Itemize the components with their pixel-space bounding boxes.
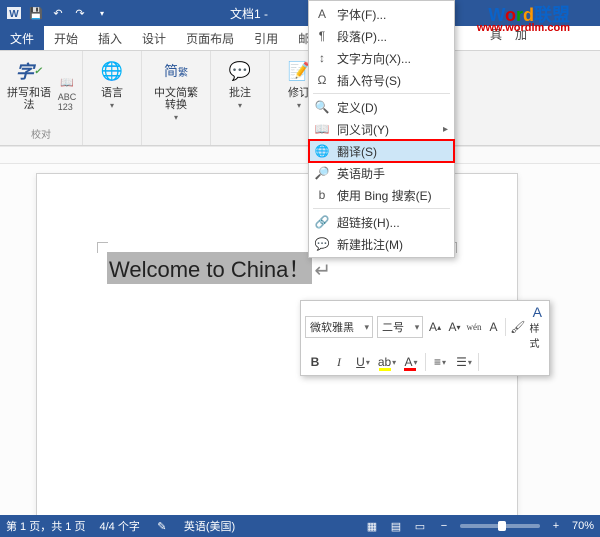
- menu-item-label: 文字方向(X)...: [337, 50, 448, 67]
- mini-toolbar: 微软雅黑 二号 A▴ A▾ wén A 🖌 A 样式 B I U ab A ≡ …: [300, 300, 550, 376]
- menu-item-icon: b: [313, 188, 331, 202]
- word-app-icon[interactable]: W: [4, 3, 24, 23]
- menu-item-label: 定义(D): [337, 99, 448, 116]
- bullets-icon[interactable]: ≡: [430, 352, 450, 372]
- underline-icon[interactable]: U: [353, 352, 373, 372]
- mini-font-select[interactable]: 微软雅黑: [305, 316, 373, 338]
- tab-design[interactable]: 设计: [132, 26, 176, 50]
- menu-item-icon: 🔗: [313, 215, 331, 229]
- submenu-arrow-icon: ▸: [443, 124, 448, 135]
- grow-font-icon[interactable]: A▴: [427, 317, 442, 337]
- context-menu-item-12[interactable]: 💬 新建批注(M): [309, 233, 454, 255]
- word-count-icon[interactable]: ABC123: [58, 93, 76, 111]
- menu-item-icon: 🔎: [313, 166, 331, 180]
- mini-size-select[interactable]: 二号: [377, 316, 423, 338]
- zoom-level[interactable]: 70%: [572, 520, 594, 532]
- tab-file[interactable]: 文件: [0, 26, 44, 50]
- zoom-slider[interactable]: [460, 524, 540, 528]
- menu-item-icon: A: [313, 7, 331, 21]
- context-menu-item-2[interactable]: ↕ 文字方向(X)...: [309, 47, 454, 69]
- styles-label[interactable]: 样式: [530, 320, 545, 350]
- italic-icon[interactable]: I: [329, 352, 349, 372]
- char-border-icon[interactable]: A: [486, 317, 501, 337]
- document-title: 文档1 -: [230, 5, 268, 22]
- menu-item-icon: ¶: [313, 29, 331, 43]
- highlight-color-icon[interactable]: ab: [377, 352, 397, 372]
- svg-text:W: W: [9, 9, 19, 20]
- context-menu-item-5[interactable]: 🔍 定义(D): [309, 96, 454, 118]
- context-menu-item-11[interactable]: 🔗 超链接(H)...: [309, 211, 454, 233]
- phonetic-guide-icon[interactable]: wén: [466, 317, 481, 337]
- menu-item-label: 翻译(S): [337, 143, 448, 160]
- shrink-font-icon[interactable]: A▾: [447, 317, 462, 337]
- redo-icon[interactable]: ↷: [70, 3, 90, 23]
- menu-item-label: 同义词(Y): [337, 121, 437, 138]
- menu-item-icon: 🌐: [313, 144, 331, 158]
- save-icon[interactable]: 💾: [26, 3, 46, 23]
- selected-text[interactable]: Welcome to China！: [107, 252, 312, 284]
- language-button[interactable]: 🌐 语言 ▾: [89, 55, 135, 110]
- status-word-count[interactable]: 4/4 个字: [99, 518, 139, 534]
- menu-item-label: 使用 Bing 搜索(E): [337, 187, 448, 204]
- menu-item-icon: ↕: [313, 51, 331, 65]
- tab-page-layout[interactable]: 页面布局: [176, 26, 244, 50]
- zoom-in-icon[interactable]: +: [548, 520, 564, 532]
- context-menu-separator: [313, 208, 450, 209]
- context-menu: A 字体(F)... ¶ 段落(P)... ↕ 文字方向(X)... Ω 插入符号(S) 🔍 定义…: [308, 0, 455, 258]
- bold-icon[interactable]: B: [305, 352, 325, 372]
- tab-insert[interactable]: 插入: [88, 26, 132, 50]
- menu-item-label: 插入符号(S): [337, 72, 448, 89]
- new-comment-button[interactable]: 💬 批注 ▾: [217, 55, 263, 110]
- context-menu-item-8[interactable]: 🔎 英语助手: [309, 162, 454, 184]
- read-mode-icon[interactable]: ▦: [364, 520, 380, 533]
- web-layout-icon[interactable]: ▭: [412, 520, 428, 533]
- menu-item-label: 新建批注(M): [337, 236, 448, 253]
- menu-item-icon: 📖: [313, 122, 331, 136]
- qat-customize-icon[interactable]: ▾: [92, 3, 112, 23]
- group-proofing: 字✓ 拼写和语法 📖 ABC123 校对: [0, 51, 83, 145]
- undo-icon[interactable]: ↶: [48, 3, 68, 23]
- menu-item-label: 字体(F)...: [337, 6, 448, 23]
- quick-access-toolbar: W 💾 ↶ ↷ ▾: [4, 3, 112, 23]
- group-language: 🌐 语言 ▾: [83, 51, 142, 145]
- tab-references[interactable]: 引用: [244, 26, 288, 50]
- group-comments: 💬 批注 ▾: [211, 51, 270, 145]
- chinese-conversion-button[interactable]: 简繁 中文简繁 转换 ▾: [148, 55, 204, 122]
- tab-home[interactable]: 开始: [44, 26, 88, 50]
- menu-item-icon: 🔍: [313, 100, 331, 114]
- menu-item-label: 超链接(H)...: [337, 214, 448, 231]
- context-menu-item-6[interactable]: 📖 同义词(Y) ▸: [309, 118, 454, 140]
- menu-item-icon: Ω: [313, 73, 331, 87]
- status-language[interactable]: 英语(美国): [184, 518, 235, 534]
- zoom-out-icon[interactable]: −: [436, 520, 452, 532]
- print-layout-icon[interactable]: ▤: [388, 520, 404, 533]
- menu-item-label: 英语助手: [337, 165, 448, 182]
- menu-item-icon: 💬: [313, 237, 331, 251]
- thesaurus-icon[interactable]: 📖: [58, 73, 76, 91]
- group-chinese-conversion: 简繁 中文简繁 转换 ▾: [142, 51, 211, 145]
- context-menu-item-1[interactable]: ¶ 段落(P)...: [309, 25, 454, 47]
- paragraph-mark-icon: ↵: [314, 260, 331, 282]
- spelling-grammar-button[interactable]: 字✓ 拼写和语法: [6, 55, 52, 111]
- numbering-icon[interactable]: ☰: [454, 352, 474, 372]
- spellcheck-status-icon[interactable]: ✎: [154, 520, 170, 533]
- format-painter-icon[interactable]: 🖌: [510, 317, 525, 337]
- watermark-url: www.wordlm.com: [477, 22, 570, 34]
- ribbon: 字✓ 拼写和语法 📖 ABC123 校对 🌐 语言 ▾ 简繁 中文简繁 转: [0, 51, 600, 146]
- group-label-proofing: 校对: [31, 126, 51, 143]
- font-color-icon[interactable]: A: [401, 352, 421, 372]
- context-menu-item-9[interactable]: b 使用 Bing 搜索(E): [309, 184, 454, 206]
- menu-item-label: 段落(P)...: [337, 28, 448, 45]
- status-bar: 第 1 页，共 1 页 4/4 个字 ✎ 英语(美国) ▦ ▤ ▭ − + 70…: [0, 515, 600, 537]
- status-page[interactable]: 第 1 页，共 1 页: [6, 518, 85, 534]
- context-menu-separator: [313, 93, 450, 94]
- context-menu-item-0[interactable]: A 字体(F)...: [309, 3, 454, 25]
- context-menu-item-7[interactable]: 🌐 翻译(S): [309, 140, 454, 162]
- context-menu-item-3[interactable]: Ω 插入符号(S): [309, 69, 454, 91]
- horizontal-ruler[interactable]: [0, 147, 600, 164]
